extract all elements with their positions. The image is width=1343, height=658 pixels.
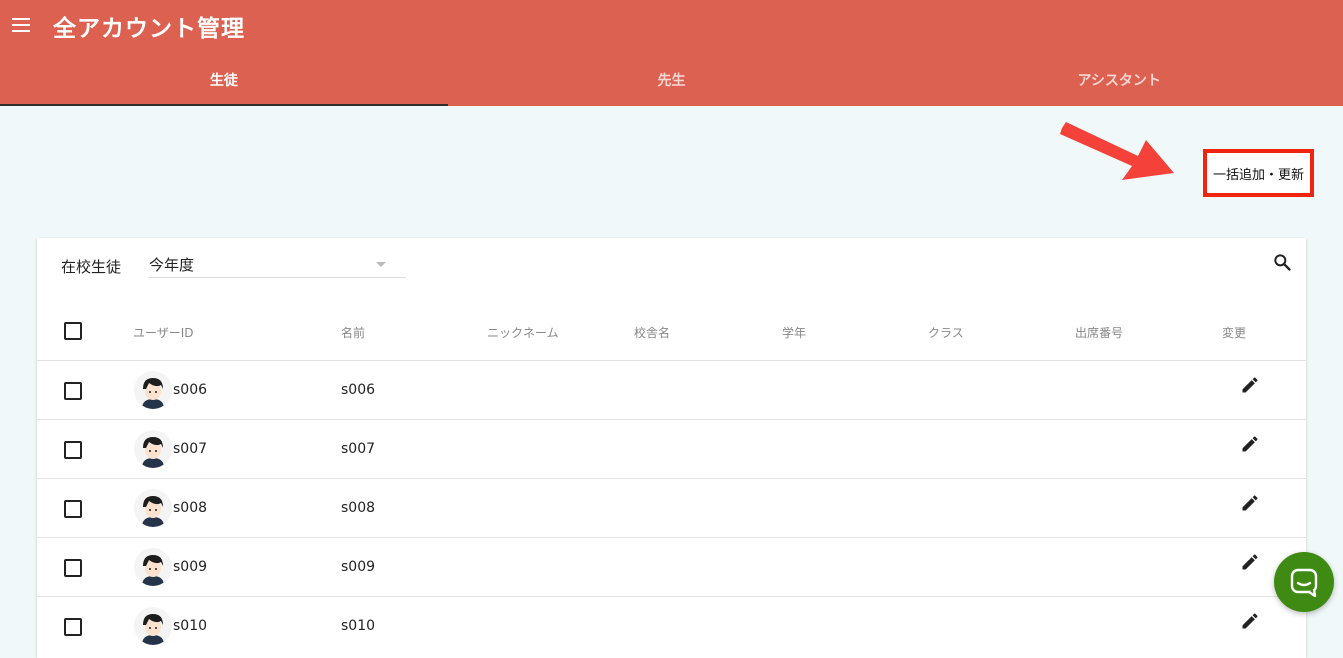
table-row: s008 s008 xyxy=(37,478,1306,537)
pencil-icon[interactable] xyxy=(1240,375,1260,395)
bulk-add-update-button[interactable]: 一括追加・更新 xyxy=(1203,149,1314,197)
student-avatar xyxy=(134,430,172,468)
name-cell: s006 xyxy=(341,382,376,398)
column-header-edit: 変更 xyxy=(1222,326,1247,340)
student-avatar xyxy=(134,607,172,645)
pencil-icon[interactable] xyxy=(1240,611,1260,631)
table-row: s009 s009 xyxy=(37,537,1306,596)
tab-students[interactable]: 生徒 xyxy=(0,58,448,106)
search-icon[interactable] xyxy=(1272,252,1292,272)
student-avatar xyxy=(134,548,172,586)
column-header-school[interactable]: 校舎名 xyxy=(634,324,670,341)
row-checkbox[interactable] xyxy=(64,382,82,400)
table-row: s006 s006 xyxy=(37,360,1306,419)
year-select-value: 今年度 xyxy=(149,256,195,274)
name-cell: s009 xyxy=(341,559,376,575)
column-header-nickname[interactable]: ニックネーム xyxy=(487,324,559,341)
row-checkbox[interactable] xyxy=(64,500,82,518)
pencil-icon[interactable] xyxy=(1240,434,1260,454)
table-row: s010 s010 xyxy=(37,596,1306,655)
tab-bar: 生徒 先生 アシスタント xyxy=(0,58,1343,106)
filter-label: 在校生徒 xyxy=(61,258,122,276)
student-avatar xyxy=(134,371,172,409)
chevron-down-icon xyxy=(376,262,386,267)
pencil-icon[interactable] xyxy=(1240,552,1260,572)
user-id-cell: s009 xyxy=(173,559,208,575)
chat-icon xyxy=(1290,568,1318,597)
app-header: 全アカウント管理 生徒 先生 アシスタント xyxy=(0,0,1343,106)
user-id-cell: s008 xyxy=(173,500,208,516)
annotation-arrow-icon xyxy=(1060,122,1174,180)
user-id-cell: s007 xyxy=(173,441,208,457)
column-header-attendance-number[interactable]: 出席番号 xyxy=(1075,324,1123,341)
tab-teachers[interactable]: 先生 xyxy=(448,58,896,106)
column-header-user-id[interactable]: ユーザーID xyxy=(133,324,194,341)
select-all-checkbox[interactable] xyxy=(64,322,82,340)
tab-assistants[interactable]: アシスタント xyxy=(895,58,1343,106)
page-title: 全アカウント管理 xyxy=(53,16,245,42)
table-row: s007 s007 xyxy=(37,419,1306,478)
pencil-icon[interactable] xyxy=(1240,493,1260,513)
column-header-grade[interactable]: 学年 xyxy=(782,324,806,341)
column-header-class[interactable]: クラス xyxy=(928,324,964,341)
menu-icon[interactable] xyxy=(10,14,34,38)
name-cell: s007 xyxy=(341,441,376,457)
accounts-table-card: 在校生徒 今年度 ユーザーID 名前 ニックネーム 校舎名 学年 クラス 出席番… xyxy=(37,238,1306,658)
chat-button[interactable] xyxy=(1274,552,1334,612)
year-select[interactable]: 今年度 xyxy=(148,250,406,278)
row-checkbox[interactable] xyxy=(64,618,82,636)
row-checkbox[interactable] xyxy=(64,441,82,459)
user-id-cell: s006 xyxy=(173,382,208,398)
name-cell: s008 xyxy=(341,500,376,516)
student-avatar xyxy=(134,489,172,527)
row-checkbox[interactable] xyxy=(64,559,82,577)
column-header-name[interactable]: 名前 xyxy=(341,324,365,341)
